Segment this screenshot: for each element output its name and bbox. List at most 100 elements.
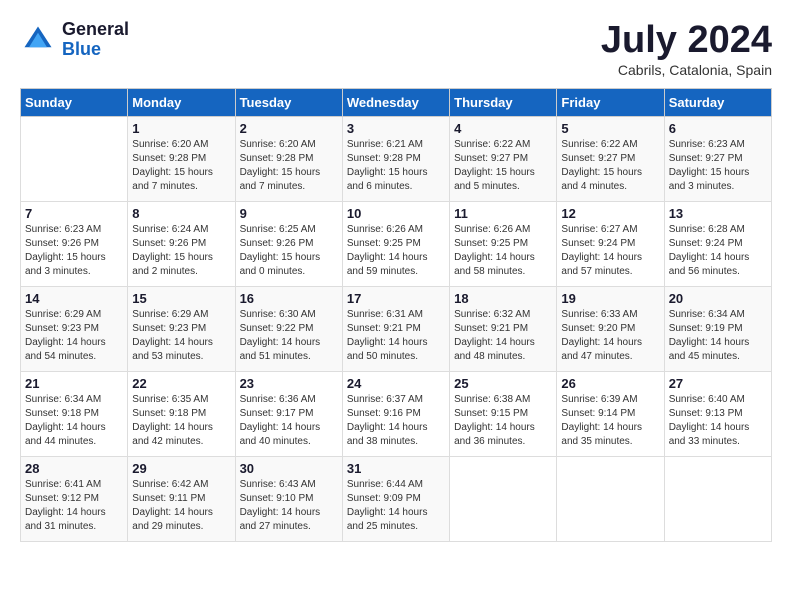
day-info: Sunrise: 6:35 AMSunset: 9:18 PMDaylight:… — [132, 393, 230, 449]
day-number: 14 — [25, 291, 123, 306]
calendar-day-cell: 18Sunrise: 6:32 AMSunset: 9:21 PMDayligh… — [450, 286, 557, 371]
calendar-day-cell: 9Sunrise: 6:25 AMSunset: 9:26 PMDaylight… — [235, 201, 342, 286]
day-number: 4 — [454, 121, 552, 136]
day-number: 5 — [561, 121, 659, 136]
calendar-day-cell: 14 Sunrise: 6:29 AMSunset: 9:23 PMDayligh… — [21, 286, 128, 371]
calendar-day-cell: 12 Sunrise: 6:27 AMSunset: 9:24 PMDayligh… — [557, 201, 664, 286]
calendar-day-cell: 20 Sunrise: 6:34 AMSunset: 9:19 PMDayligh… — [664, 286, 771, 371]
day-info: Sunrise: 6:22 AMSunset: 9:27 PMDaylight:… — [561, 138, 659, 194]
calendar-day-cell — [21, 116, 128, 201]
calendar-day-cell: 15 Sunrise: 6:29 AMSunset: 9:23 PMDayligh… — [128, 286, 235, 371]
calendar-day-cell: 19 Sunrise: 6:33 AMSunset: 9:20 PMDayligh… — [557, 286, 664, 371]
day-number: 7 — [25, 206, 123, 221]
calendar-day-cell: 23Sunrise: 6:36 AMSunset: 9:17 PMDayligh… — [235, 371, 342, 456]
day-info: Sunrise: 6:42 AMSunset: 9:11 PMDaylight:… — [132, 478, 230, 534]
day-number: 22 — [132, 376, 230, 391]
day-info: Sunrise: 6:24 AMSunset: 9:26 PMDaylight:… — [132, 223, 230, 279]
calendar-day-cell: 31Sunrise: 6:44 AMSunset: 9:09 PMDayligh… — [342, 456, 449, 541]
calendar-day-cell: 7Sunrise: 6:23 AMSunset: 9:26 PMDaylight… — [21, 201, 128, 286]
day-number: 8 — [132, 206, 230, 221]
day-info: Sunrise: 6:21 AMSunset: 9:28 PMDaylight:… — [347, 138, 445, 194]
day-info: Sunrise: 6:30 AMSunset: 9:22 PMDaylight:… — [240, 308, 338, 364]
logo: General Blue — [20, 20, 129, 60]
calendar-day-cell: 3 Sunrise: 6:21 AMSunset: 9:28 PMDaylight… — [342, 116, 449, 201]
calendar-day-cell: 10 Sunrise: 6:26 AMSunset: 9:25 PMDayligh… — [342, 201, 449, 286]
day-number: 3 — [347, 121, 445, 136]
day-info: Sunrise: 6:38 AMSunset: 9:15 PMDaylight:… — [454, 393, 552, 449]
calendar-week-row: 28Sunrise: 6:41 AMSunset: 9:12 PMDayligh… — [21, 456, 772, 541]
calendar-day-cell: 28Sunrise: 6:41 AMSunset: 9:12 PMDayligh… — [21, 456, 128, 541]
day-info: Sunrise: 6:26 AMSunset: 9:25 PMDaylight:… — [454, 223, 552, 279]
calendar-week-row: 7Sunrise: 6:23 AMSunset: 9:26 PMDaylight… — [21, 201, 772, 286]
calendar-day-cell: 1Sunrise: 6:20 AMSunset: 9:28 PMDaylight… — [128, 116, 235, 201]
day-number: 6 — [669, 121, 767, 136]
day-number: 18 — [454, 291, 552, 306]
day-info: Sunrise: 6:44 AMSunset: 9:09 PMDaylight:… — [347, 478, 445, 534]
day-number: 19 — [561, 291, 659, 306]
calendar-day-cell: 11 Sunrise: 6:26 AMSunset: 9:25 PMDayligh… — [450, 201, 557, 286]
logo-blue: Blue — [62, 39, 101, 59]
calendar-day-cell: 8 Sunrise: 6:24 AMSunset: 9:26 PMDaylight… — [128, 201, 235, 286]
day-number: 23 — [240, 376, 338, 391]
calendar-day-cell: 2Sunrise: 6:20 AMSunset: 9:28 PMDaylight… — [235, 116, 342, 201]
day-number: 30 — [240, 461, 338, 476]
calendar-day-cell: 24 Sunrise: 6:37 AMSunset: 9:16 PMDayligh… — [342, 371, 449, 456]
title-block: July 2024 Cabrils, Catalonia, Spain — [601, 20, 772, 78]
day-number: 11 — [454, 206, 552, 221]
weekday-header-cell: Friday — [557, 88, 664, 116]
day-info: Sunrise: 6:39 AMSunset: 9:14 PMDaylight:… — [561, 393, 659, 449]
calendar-day-cell: 16Sunrise: 6:30 AMSunset: 9:22 PMDayligh… — [235, 286, 342, 371]
day-number: 1 — [132, 121, 230, 136]
weekday-header-cell: Sunday — [21, 88, 128, 116]
calendar-body: 1 Sunrise: 6:20 AMSunset: 9:28 PMDaylight… — [21, 116, 772, 541]
day-info: Sunrise: 6:33 AMSunset: 9:20 PMDaylight:… — [561, 308, 659, 364]
calendar-week-row: 21 Sunrise: 6:34 AMSunset: 9:18 PMDayligh… — [21, 371, 772, 456]
day-number: 9 — [240, 206, 338, 221]
day-info: Sunrise: 6:41 AMSunset: 9:12 PMDaylight:… — [25, 478, 123, 534]
weekday-header-cell: Wednesday — [342, 88, 449, 116]
day-number: 27 — [669, 376, 767, 391]
calendar-week-row: 14 Sunrise: 6:29 AMSunset: 9:23 PMDayligh… — [21, 286, 772, 371]
day-info: Sunrise: 6:34 AMSunset: 9:18 PMDaylight:… — [25, 393, 123, 449]
day-info: Sunrise: 6:40 AMSunset: 9:13 PMDaylight:… — [669, 393, 767, 449]
day-info: Sunrise: 6:29 AMSunset: 9:23 PMDaylight:… — [25, 308, 123, 364]
calendar-week-row: 1 Sunrise: 6:20 AMSunset: 9:28 PMDaylight… — [21, 116, 772, 201]
calendar-day-cell: 17 Sunrise: 6:31 AMSunset: 9:21 PMDayligh… — [342, 286, 449, 371]
day-number: 21 — [25, 376, 123, 391]
logo-text: General Blue — [62, 20, 129, 60]
day-info: Sunrise: 6:20 AMSunset: 9:28 PMDaylight:… — [240, 138, 338, 194]
calendar-day-cell: 4 Sunrise: 6:22 AMSunset: 9:27 PMDaylight… — [450, 116, 557, 201]
location: Cabrils, Catalonia, Spain — [601, 62, 772, 78]
weekday-header-row: SundayMondayTuesdayWednesdayThursdayFrid… — [21, 88, 772, 116]
day-number: 20 — [669, 291, 767, 306]
day-info: Sunrise: 6:31 AMSunset: 9:21 PMDaylight:… — [347, 308, 445, 364]
day-number: 17 — [347, 291, 445, 306]
day-number: 24 — [347, 376, 445, 391]
day-info: Sunrise: 6:22 AMSunset: 9:27 PMDaylight:… — [454, 138, 552, 194]
calendar-day-cell: 22 Sunrise: 6:35 AMSunset: 9:18 PMDayligh… — [128, 371, 235, 456]
calendar-day-cell — [664, 456, 771, 541]
day-number: 12 — [561, 206, 659, 221]
page-header: General Blue July 2024 Cabrils, Cataloni… — [20, 20, 772, 78]
day-info: Sunrise: 6:34 AMSunset: 9:19 PMDaylight:… — [669, 308, 767, 364]
day-info: Sunrise: 6:23 AMSunset: 9:27 PMDaylight:… — [669, 138, 767, 194]
day-number: 26 — [561, 376, 659, 391]
weekday-header-cell: Tuesday — [235, 88, 342, 116]
day-number: 10 — [347, 206, 445, 221]
calendar-day-cell: 5 Sunrise: 6:22 AMSunset: 9:27 PMDaylight… — [557, 116, 664, 201]
weekday-header-cell: Monday — [128, 88, 235, 116]
day-info: Sunrise: 6:29 AMSunset: 9:23 PMDaylight:… — [132, 308, 230, 364]
day-info: Sunrise: 6:26 AMSunset: 9:25 PMDaylight:… — [347, 223, 445, 279]
calendar-day-cell: 6 Sunrise: 6:23 AMSunset: 9:27 PMDaylight… — [664, 116, 771, 201]
day-info: Sunrise: 6:27 AMSunset: 9:24 PMDaylight:… — [561, 223, 659, 279]
weekday-header-cell: Saturday — [664, 88, 771, 116]
calendar-day-cell: 30 Sunrise: 6:43 AMSunset: 9:10 PMDayligh… — [235, 456, 342, 541]
day-info: Sunrise: 6:37 AMSunset: 9:16 PMDaylight:… — [347, 393, 445, 449]
weekday-header-cell: Thursday — [450, 88, 557, 116]
calendar-day-cell: 25Sunrise: 6:38 AMSunset: 9:15 PMDayligh… — [450, 371, 557, 456]
day-number: 29 — [132, 461, 230, 476]
day-number: 15 — [132, 291, 230, 306]
day-info: Sunrise: 6:28 AMSunset: 9:24 PMDaylight:… — [669, 223, 767, 279]
calendar-day-cell: 13Sunrise: 6:28 AMSunset: 9:24 PMDayligh… — [664, 201, 771, 286]
day-info: Sunrise: 6:43 AMSunset: 9:10 PMDaylight:… — [240, 478, 338, 534]
